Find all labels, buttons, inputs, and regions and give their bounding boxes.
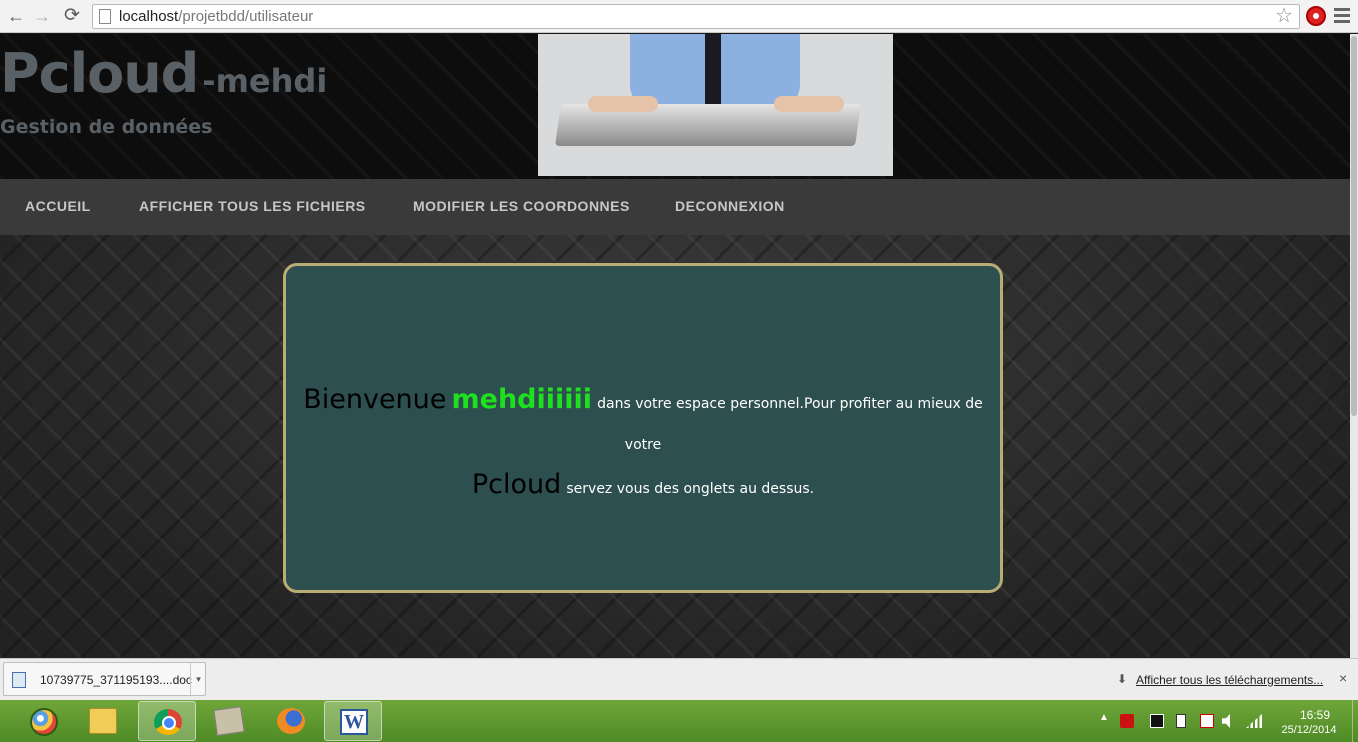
back-arrow-icon[interactable]: ← — [6, 6, 26, 26]
taskbar-tool[interactable] — [200, 701, 258, 741]
welcome-text-1: dans votre espace personnel.Pour profite… — [597, 396, 983, 453]
taskbar: W ▲ 16:59 25/12/2014 — [0, 700, 1358, 742]
site-title-suffix: -mehdi — [202, 62, 328, 100]
site-subtitle: Gestion de données — [0, 116, 213, 138]
site-title[interactable]: Pcloud -mehdi — [0, 42, 327, 105]
taskbar-firefox[interactable] — [262, 701, 320, 741]
pdf-tray-icon[interactable] — [1120, 714, 1134, 728]
nav-modifier-coordonnes[interactable]: MODIFIER LES COORDONNES — [413, 198, 630, 214]
address-bar[interactable]: localhost/projetbdd/utilisateur ☆ — [92, 4, 1300, 29]
scrollbar-thumb[interactable] — [1351, 36, 1357, 416]
reload-icon[interactable]: ⟳ — [62, 6, 82, 26]
welcome-username: mehdiiiiii — [451, 384, 593, 415]
start-button[interactable] — [30, 708, 58, 736]
show-all-downloads-link[interactable]: Afficher tous les téléchargements... — [1136, 673, 1323, 687]
volume-icon[interactable] — [1222, 714, 1230, 728]
close-icon[interactable]: × — [1339, 670, 1347, 686]
word-icon: W — [340, 709, 368, 735]
download-file-name: 10739775_371195193....doc — [40, 673, 192, 687]
download-options-caret-icon[interactable]: ▾ — [190, 663, 206, 695]
extension-icon[interactable] — [1306, 6, 1326, 26]
nav-deconnexion[interactable]: DECONNEXION — [675, 198, 785, 214]
url-path: /projetbdd/utilisateur — [178, 8, 314, 25]
nav-accueil[interactable]: ACCUEIL — [25, 198, 91, 214]
web-page: Pcloud -mehdi Gestion de données ACCUEIL … — [0, 34, 1350, 658]
site-title-main: Pcloud — [0, 42, 199, 105]
battery-icon[interactable] — [1176, 714, 1186, 728]
welcome-panel: Bienvenue mehdiiiiii dans votre espace p… — [283, 263, 1003, 593]
url-text[interactable]: localhost/projetbdd/utilisateur — [119, 8, 313, 25]
firefox-icon — [277, 708, 305, 734]
taskbar-chrome[interactable] — [138, 701, 196, 741]
network-error-icon[interactable] — [1200, 714, 1214, 728]
bookmark-star-icon[interactable]: ☆ — [1275, 6, 1293, 26]
forward-arrow-icon[interactable]: → — [32, 6, 52, 26]
welcome-message: Bienvenue mehdiiiiii dans votre espace p… — [286, 380, 1000, 509]
welcome-text-2: servez vous des onglets au dessus. — [566, 481, 815, 497]
header-banner-image — [538, 34, 893, 176]
site-header: Pcloud -mehdi Gestion de données — [0, 34, 1350, 179]
taskbar-word[interactable]: W — [324, 701, 382, 741]
url-host: localhost — [119, 8, 179, 25]
welcome-brand: Pcloud — [471, 469, 562, 500]
main-navigation: ACCUEIL AFFICHER TOUS LES FICHIERS MODIF… — [0, 179, 1350, 235]
page-icon — [99, 9, 111, 24]
download-arrow-icon: ⬇ — [1117, 672, 1128, 686]
tray-expand-icon[interactable]: ▲ — [1099, 712, 1109, 723]
clock-date[interactable]: 25/12/2014 — [1276, 724, 1342, 736]
browser-menu-icon[interactable] — [1334, 8, 1350, 24]
action-center-icon[interactable] — [1150, 714, 1164, 728]
browser-toolbar: ← → ⟳ localhost/projetbdd/utilisateur ☆ — [0, 0, 1358, 33]
download-shelf: 10739775_371195193....doc ▾ ⬇ Afficher t… — [0, 658, 1358, 700]
doc-file-icon — [12, 672, 26, 688]
taskbar-explorer[interactable] — [74, 701, 132, 741]
show-desktop-button[interactable] — [1352, 700, 1358, 742]
clock-time[interactable]: 16:59 — [1290, 708, 1340, 722]
page-scrollbar[interactable] — [1350, 34, 1358, 658]
tool-app-icon — [213, 706, 245, 736]
nav-afficher-fichiers[interactable]: AFFICHER TOUS LES FICHIERS — [139, 198, 366, 214]
download-item[interactable]: 10739775_371195193....doc ▾ — [3, 662, 206, 696]
welcome-greeting: Bienvenue — [303, 384, 447, 415]
folder-icon — [89, 708, 117, 734]
chrome-icon — [154, 709, 182, 735]
signal-strength-icon[interactable] — [1246, 714, 1262, 728]
